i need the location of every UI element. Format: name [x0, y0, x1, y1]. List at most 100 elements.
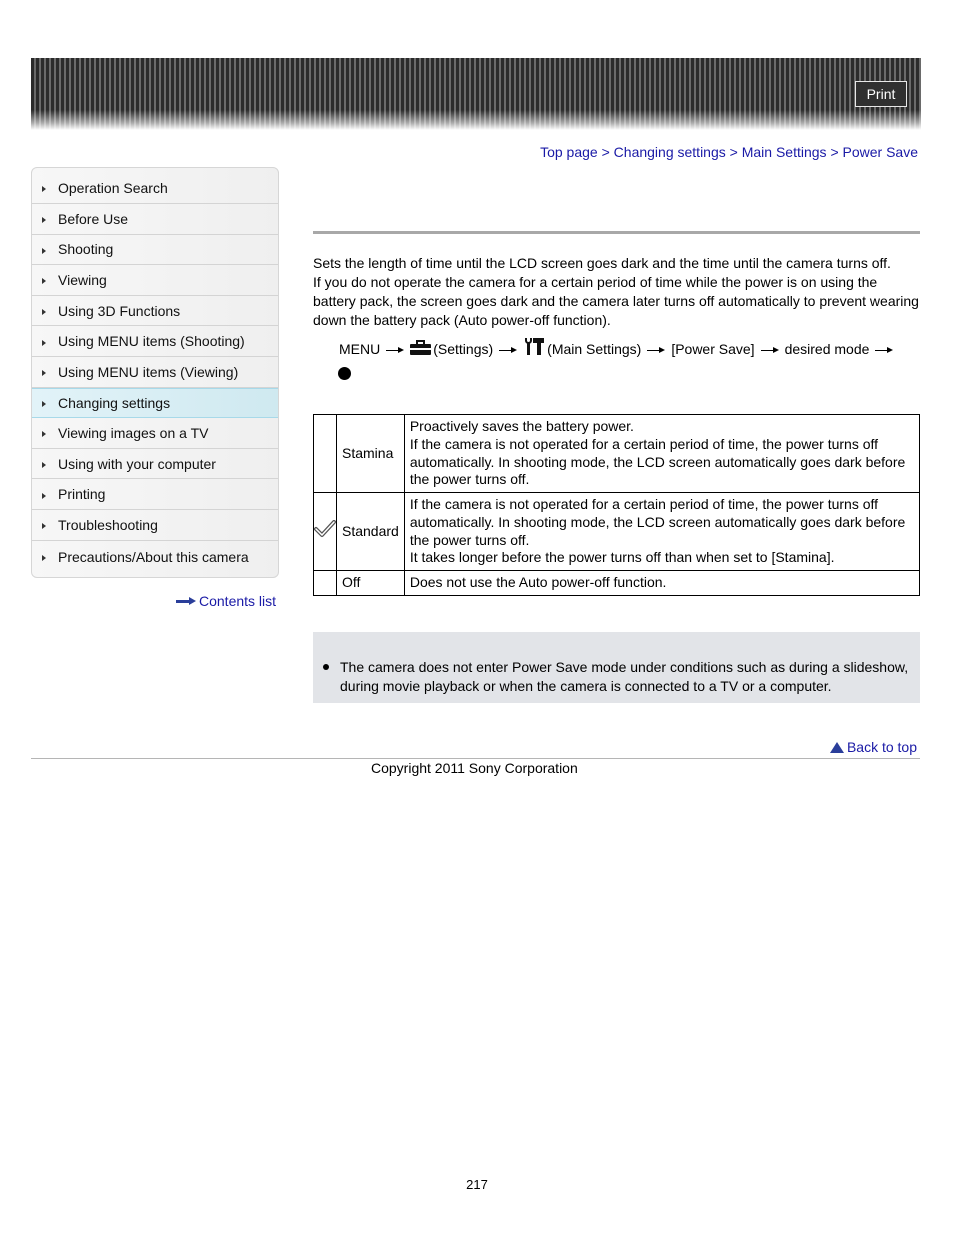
triangle-right-icon — [42, 523, 46, 530]
breadcrumb-top-page[interactable]: Top page — [540, 144, 598, 160]
default-marker-cell — [313, 492, 337, 571]
sidebar-item-label: Printing — [58, 486, 106, 503]
triangle-right-icon — [42, 555, 46, 562]
triangle-right-icon — [42, 217, 46, 224]
breadcrumb-changing-settings[interactable]: Changing settings — [614, 144, 726, 160]
triangle-right-icon — [42, 247, 46, 254]
default-marker-cell — [313, 414, 337, 493]
sidebar-item-computer[interactable]: Using with your computer — [32, 449, 278, 480]
mode-name: Off — [336, 570, 405, 596]
table-row: Off Does not use the Auto power-off func… — [313, 570, 921, 596]
contents-list-link[interactable]: Contents list — [176, 593, 276, 609]
sidebar-item-label: Changing settings — [58, 394, 171, 411]
arrow-right-icon — [647, 347, 666, 354]
triangle-right-icon — [42, 370, 46, 377]
triangle-right-icon — [42, 492, 46, 499]
sidebar-item-printing[interactable]: Printing — [32, 479, 278, 510]
procedure-desired-mode: desired mode — [784, 341, 870, 357]
mode-description-line: If the camera is not operated for a cert… — [409, 435, 906, 488]
page-number: 217 — [466, 1177, 488, 1192]
triangle-right-icon — [42, 309, 46, 316]
mode-description-line: Does not use the Auto power-off function… — [409, 574, 667, 591]
sidebar-item-label: Viewing images on a TV — [58, 424, 209, 441]
back-to-top-link[interactable]: Back to top — [829, 739, 917, 755]
sidebar-item-troubleshooting[interactable]: Troubleshooting — [32, 510, 278, 541]
toolbox-icon — [410, 340, 432, 355]
sidebar-item-label: Operation Search — [58, 179, 168, 196]
menu-procedure: MENU (Settings) (Main Settings) [Power Save… — [338, 337, 919, 387]
intro-line: If you do not operate the camera for a c… — [313, 274, 919, 328]
triangle-right-icon — [42, 339, 46, 346]
check-mark-icon — [314, 520, 336, 538]
procedure-menu: MENU — [339, 341, 381, 357]
arrow-right-icon — [176, 597, 196, 605]
sidebar-item-changing-settings[interactable]: Changing settings — [32, 387, 278, 419]
sidebar-item-label: Troubleshooting — [58, 516, 158, 533]
sidebar-item-label: Using 3D Functions — [58, 302, 181, 319]
mode-description: If the camera is not operated for a cert… — [403, 492, 921, 571]
breadcrumb: Top page > Changing settings > Main Sett… — [540, 144, 918, 160]
breadcrumb-separator: > — [601, 144, 610, 160]
sidebar-item-viewing-tv[interactable]: Viewing images on a TV — [32, 418, 278, 449]
note-item: The camera does not enter Power Save mod… — [323, 658, 920, 695]
default-marker-cell — [313, 570, 337, 596]
bullet-icon — [323, 664, 329, 670]
title-divider — [313, 231, 920, 234]
arrow-right-icon — [386, 347, 405, 354]
contents-list-label: Contents list — [199, 593, 277, 609]
mode-name: Standard — [336, 492, 405, 571]
sidebar-item-label: Using MENU items (Viewing) — [58, 363, 239, 380]
breadcrumb-main-settings[interactable]: Main Settings — [742, 144, 827, 160]
arrow-right-icon — [875, 347, 894, 354]
mode-description: Does not use the Auto power-off function… — [403, 570, 921, 596]
power-save-modes-table: Stamina Proactively saves the battery po… — [313, 414, 921, 596]
sidebar-item-menu-viewing[interactable]: Using MENU items (Viewing) — [32, 357, 278, 388]
arrow-right-icon — [499, 347, 518, 354]
note-box: The camera does not enter Power Save mod… — [313, 632, 920, 703]
sidebar-item-before-use[interactable]: Before Use — [32, 204, 278, 235]
sidebar-item-shooting[interactable]: Shooting — [32, 235, 278, 266]
arrow-right-icon — [760, 347, 779, 354]
sidebar-item-viewing[interactable]: Viewing — [32, 265, 278, 296]
breadcrumb-separator: > — [830, 144, 839, 160]
center-button-dot-icon — [338, 367, 351, 380]
sidebar-item-precautions[interactable]: Precautions/About this camera — [32, 541, 278, 577]
sidebar-item-menu-shooting[interactable]: Using MENU items (Shooting) — [32, 326, 278, 357]
procedure-power-save: [Power Save] — [671, 341, 755, 357]
table-row: Stamina Proactively saves the battery po… — [313, 414, 921, 493]
back-to-top-label: Back to top — [846, 739, 917, 755]
wrench-hammer-icon — [523, 338, 545, 355]
triangle-right-icon — [42, 401, 46, 408]
triangle-right-icon — [42, 462, 46, 469]
sidebar-item-label: Precautions/About this camera — [58, 548, 249, 565]
sidebar-item-label: Before Use — [58, 210, 129, 227]
copyright: Copyright 2011 Sony Corporation — [371, 760, 578, 776]
sidebar-item-3d-functions[interactable]: Using 3D Functions — [32, 296, 278, 327]
procedure-main-settings: (Main Settings) — [547, 341, 642, 357]
intro-text: Sets the length of time until the LCD sc… — [313, 254, 920, 330]
mode-description-line: If the camera is not operated for a cert… — [409, 496, 906, 548]
mode-description: Proactively saves the battery power. If … — [403, 414, 921, 493]
header-banner — [31, 58, 921, 130]
breadcrumb-separator: > — [729, 144, 738, 160]
sidebar-item-label: Shooting — [58, 241, 114, 258]
mode-description-line: It takes longer before the power turns o… — [409, 549, 835, 566]
triangle-right-icon — [42, 278, 46, 285]
sidebar-item-label: Using with your computer — [58, 455, 216, 472]
triangle-right-icon — [42, 186, 46, 192]
sidebar-nav: Operation Search Before Use Shooting Vie… — [31, 167, 279, 578]
triangle-right-icon — [42, 431, 46, 438]
footer-divider — [31, 758, 920, 759]
sidebar-item-operation-search[interactable]: Operation Search — [32, 168, 278, 204]
intro-line: Sets the length of time until the LCD sc… — [313, 255, 891, 271]
sidebar-item-label: Using MENU items (Shooting) — [58, 333, 245, 350]
mode-name: Stamina — [336, 414, 405, 493]
mode-description-line: Proactively saves the battery power. — [409, 418, 634, 435]
print-button[interactable]: Print — [855, 81, 907, 107]
procedure-settings: (Settings) — [433, 341, 494, 357]
note-text: The camera does not enter Power Save mod… — [340, 659, 909, 694]
triangle-up-icon — [829, 741, 844, 753]
breadcrumb-power-save[interactable]: Power Save — [843, 144, 918, 160]
table-row: Standard If the camera is not operated f… — [313, 492, 921, 571]
sidebar-item-label: Viewing — [58, 271, 107, 288]
